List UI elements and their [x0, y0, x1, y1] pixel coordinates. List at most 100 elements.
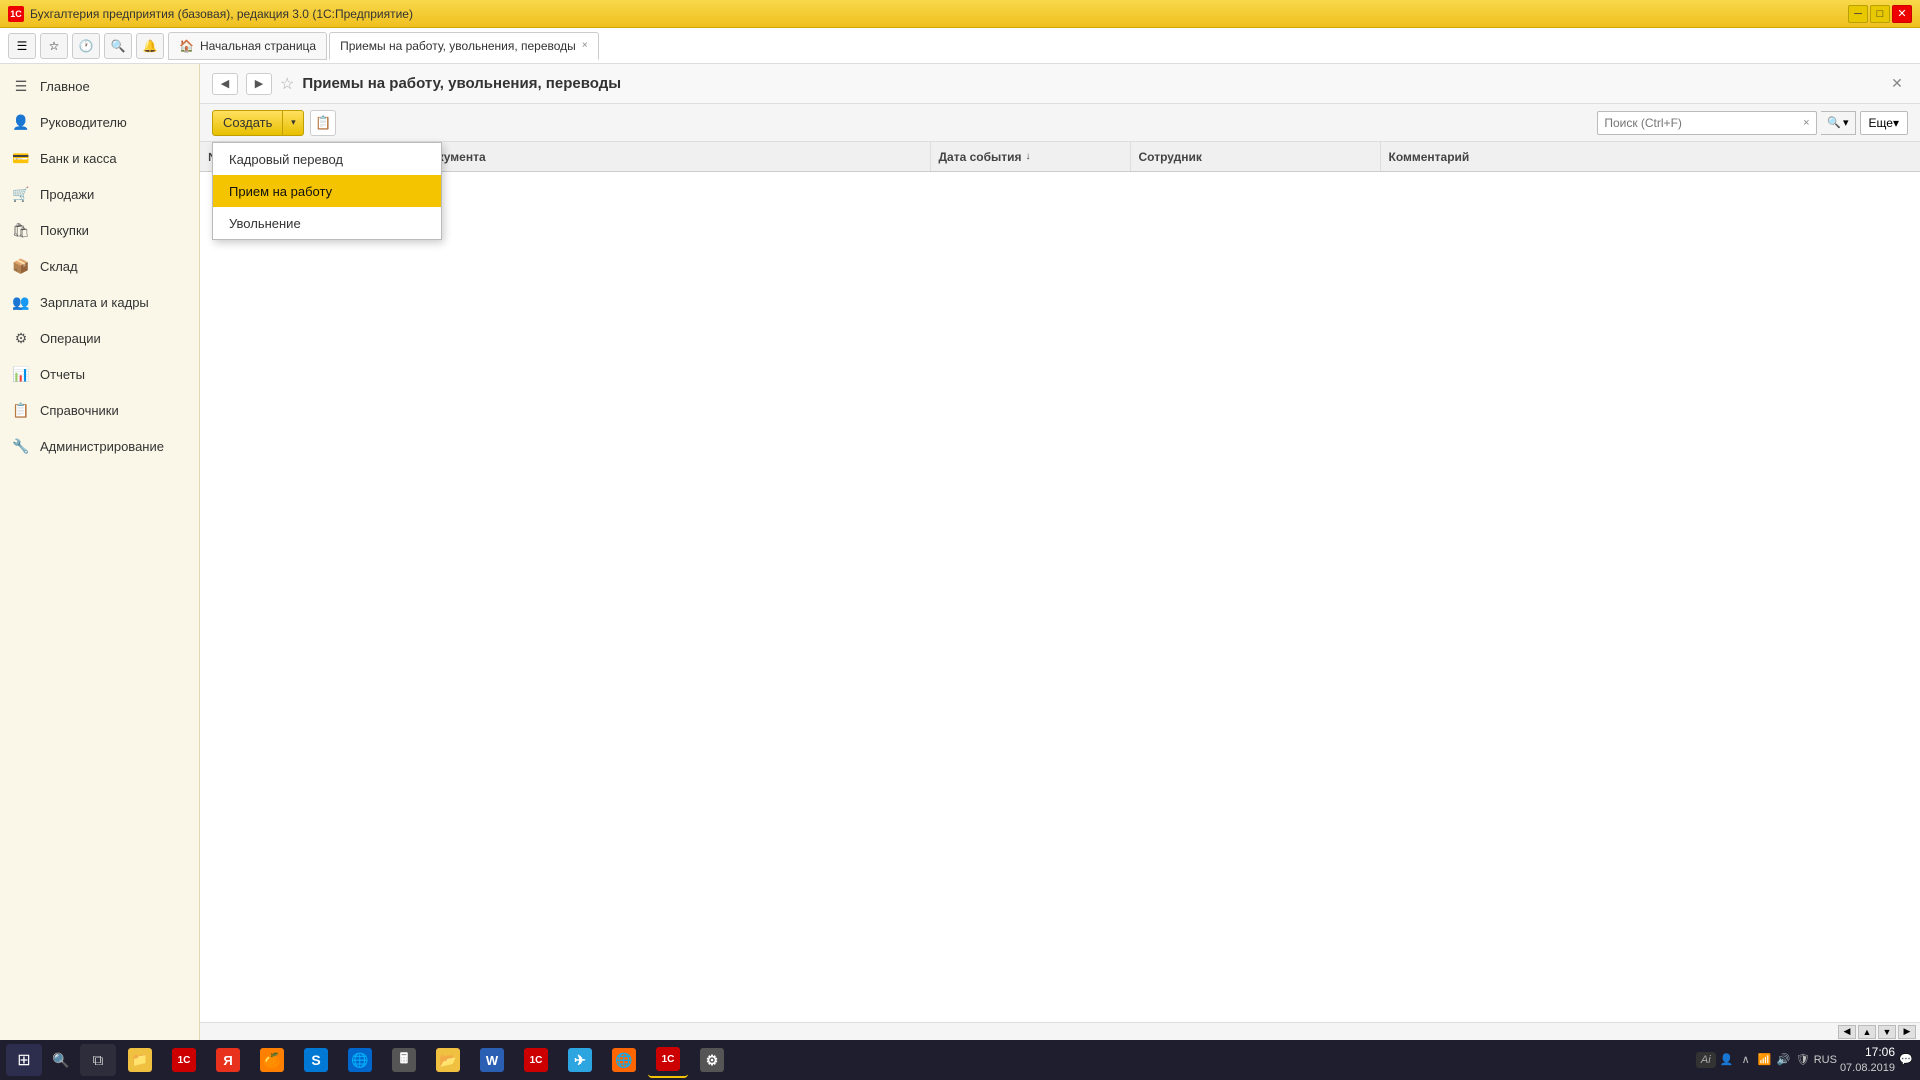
taskbar-app-settings[interactable]: ⚙: [692, 1042, 732, 1078]
yandex-icon: Я: [216, 1048, 240, 1072]
nav-bar: ☰ ☆ 🕐 🔍 🔔 🏠 Начальная страница Приемы на…: [0, 28, 1920, 64]
minimize-btn[interactable]: ─: [1848, 5, 1868, 23]
main-layout: ☰ Главное 👤 Руководителю 💳 Банк и касса …: [0, 64, 1920, 1040]
sidebar-label-prodazhi: Продажи: [40, 187, 94, 202]
taskbar-search-btn[interactable]: 🔍: [46, 1044, 76, 1076]
task-view-btn[interactable]: ⧉: [80, 1044, 116, 1076]
start-button[interactable]: ⊞: [6, 1044, 42, 1076]
create-dropdown-menu: Кадровый перевод Прием на работу Увольне…: [212, 142, 442, 240]
create-dropdown-arrow[interactable]: ▾: [283, 111, 303, 135]
toolbar: Создать ▾ 📋 × 🔍 ▾ Еще: [200, 104, 1920, 142]
tray-notification-icon[interactable]: 💬: [1898, 1052, 1914, 1068]
bank-icon: 💳: [12, 149, 30, 167]
tab-home-label: Начальная страница: [200, 39, 316, 53]
taskbar-app-globe[interactable]: 🌐: [340, 1042, 380, 1078]
tray-security-icon[interactable]: 🛡: [1795, 1052, 1811, 1068]
dropdown-label-priem-na-rabotu: Прием на работу: [229, 184, 332, 199]
favorite-star-icon[interactable]: ☆: [280, 74, 294, 94]
sidebar-item-zarplata-kadry[interactable]: 👥 Зарплата и кадры: [0, 284, 199, 320]
table-body: [200, 172, 1920, 1022]
th-kommentariy-label: Комментарий: [1389, 150, 1470, 164]
taskbar-app-word[interactable]: W: [472, 1042, 512, 1078]
more-btn[interactable]: Еще ▾: [1860, 111, 1908, 135]
scroll-up-btn[interactable]: ▲: [1858, 1025, 1876, 1039]
taskbar: ⊞ 🔍 ⧉ 📁 1С Я 🍊 S 🌐 🖩 📂 W 1С ✈ 🌐 1С ⚙: [0, 1040, 1920, 1080]
th-sotrudnik-label: Сотрудник: [1139, 150, 1202, 164]
forward-btn[interactable]: ▶: [246, 73, 272, 95]
taskbar-app-skype[interactable]: S: [296, 1042, 336, 1078]
copy-icon: 📋: [315, 115, 331, 131]
telegram-icon: ✈: [568, 1048, 592, 1072]
restore-btn[interactable]: □: [1870, 5, 1890, 23]
window-controls: ─ □ ✕: [1848, 5, 1912, 23]
skype-icon: S: [304, 1048, 328, 1072]
dropdown-item-kadrovyy-perevod[interactable]: Кадровый перевод: [213, 143, 441, 175]
sidebar-item-glavnoe[interactable]: ☰ Главное: [0, 68, 199, 104]
tray-volume-icon[interactable]: 🔊: [1776, 1052, 1792, 1068]
nav-history-btn[interactable]: 🕐: [72, 33, 100, 59]
nav-settings-btn[interactable]: ☰: [8, 33, 36, 59]
search-input[interactable]: [1597, 111, 1817, 135]
dropdown-item-priem-na-rabotu[interactable]: Прием на работу: [213, 175, 441, 207]
tray-network-icon[interactable]: 📶: [1757, 1052, 1773, 1068]
sidebar-item-pokupki[interactable]: 🛍 Покупки: [0, 212, 199, 248]
reference-icon: 📋: [12, 401, 30, 419]
taskbar-app-calculator[interactable]: 🖩: [384, 1042, 424, 1078]
copy-btn[interactable]: 📋: [310, 110, 336, 136]
taskbar-app-yandex[interactable]: Я: [208, 1042, 248, 1078]
sidebar-item-operacii[interactable]: ⚙ Операции: [0, 320, 199, 356]
th-sotrudnik: Сотрудник: [1131, 142, 1381, 171]
taskbar-app-file-manager[interactable]: 📁: [120, 1042, 160, 1078]
taskbar-app-browser2[interactable]: 🌐: [604, 1042, 644, 1078]
tray-lang[interactable]: RUS: [1814, 1054, 1837, 1066]
dropdown-item-uvolnenie[interactable]: Увольнение: [213, 207, 441, 239]
nav-bell-btn[interactable]: 🔔: [136, 33, 164, 59]
scroll-down-btn[interactable]: ▼: [1878, 1025, 1896, 1039]
sidebar-item-bank-kassa[interactable]: 💳 Банк и касса: [0, 140, 199, 176]
sidebar-item-spravochniki[interactable]: 📋 Справочники: [0, 392, 199, 428]
sidebar-item-sklad[interactable]: 📦 Склад: [0, 248, 199, 284]
calculator-icon: 🖩: [392, 1048, 416, 1072]
close-content-btn[interactable]: ✕: [1886, 73, 1908, 95]
admin-icon: 🔧: [12, 437, 30, 455]
search-go-btn[interactable]: 🔍 ▾: [1821, 111, 1855, 135]
taskbar-app-1c-main[interactable]: 1С: [516, 1042, 556, 1078]
search-input-wrap: ×: [1597, 111, 1817, 135]
operations-icon: ⚙: [12, 329, 30, 347]
taskbar-app-telegram[interactable]: ✈: [560, 1042, 600, 1078]
taskbar-app-orange[interactable]: 🍊: [252, 1042, 292, 1078]
close-btn[interactable]: ✕: [1892, 5, 1912, 23]
ai-label[interactable]: Ai: [1696, 1052, 1716, 1068]
back-btn[interactable]: ◀: [212, 73, 238, 95]
create-btn-group[interactable]: Создать ▾: [212, 110, 304, 136]
search-area: × 🔍 ▾ Еще ▾: [1597, 111, 1908, 135]
taskbar-clock[interactable]: 17:06 07.08.2019: [1840, 1045, 1895, 1075]
taskbar-app-1c-active[interactable]: 1С: [648, 1042, 688, 1078]
sidebar-item-otchety[interactable]: 📊 Отчеты: [0, 356, 199, 392]
arrow-down-icon: ▾: [291, 117, 296, 128]
sidebar-item-administrirovanie[interactable]: 🔧 Администрирование: [0, 428, 199, 464]
tray-expand-icon[interactable]: ∧: [1738, 1052, 1754, 1068]
taskbar-app-1c-red[interactable]: 1С: [164, 1042, 204, 1078]
tab-active[interactable]: Приемы на работу, увольнения, переводы ×: [329, 32, 599, 60]
sidebar-item-rukovoditelyu[interactable]: 👤 Руководителю: [0, 104, 199, 140]
clock-time: 17:06: [1840, 1045, 1895, 1061]
page-title: Приемы на работу, увольнения, переводы: [302, 75, 1878, 92]
scroll-left-btn[interactable]: ◀: [1838, 1025, 1856, 1039]
taskbar-app-files[interactable]: 📂: [428, 1042, 468, 1078]
taskbar-tray: Ai 👤 ∧ 📶 🔊 🛡 RUS 17:06 07.08.2019 💬: [1696, 1045, 1914, 1075]
search-clear-btn[interactable]: ×: [1797, 114, 1815, 132]
tab-close-btn[interactable]: ×: [582, 40, 588, 51]
nav-search-btn[interactable]: 🔍: [104, 33, 132, 59]
create-label: Создать: [223, 115, 272, 130]
sidebar-item-prodazhi[interactable]: 🛒 Продажи: [0, 176, 199, 212]
tab-home[interactable]: 🏠 Начальная страница: [168, 32, 327, 60]
sidebar-label-glavnoe: Главное: [40, 79, 90, 94]
create-main-btn[interactable]: Создать: [213, 111, 283, 135]
sidebar-label-sklad: Склад: [40, 259, 78, 274]
scroll-right-btn[interactable]: ▶: [1898, 1025, 1916, 1039]
scroll-bottom: ◀ ▲ ▼ ▶: [200, 1022, 1920, 1040]
sidebar-label-operacii: Операции: [40, 331, 101, 346]
tray-person-icon[interactable]: 👤: [1719, 1052, 1735, 1068]
nav-star-btn[interactable]: ☆: [40, 33, 68, 59]
